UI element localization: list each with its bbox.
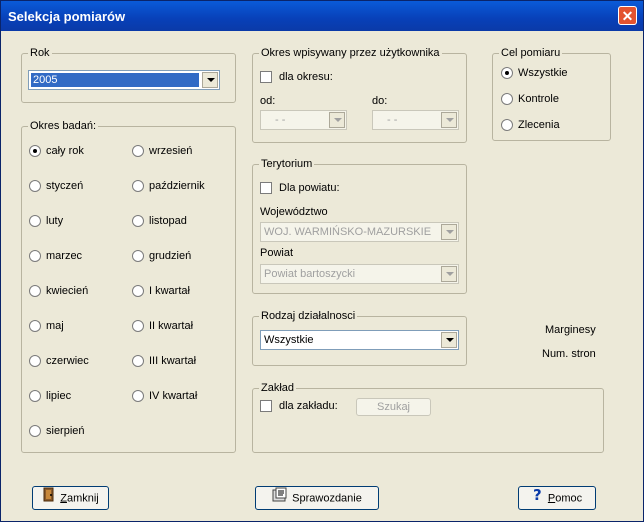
okres-radio-label: czerwiec — [46, 355, 89, 367]
report-icon — [272, 487, 288, 510]
okres-radio-0[interactable] — [29, 145, 41, 157]
rok-combo[interactable]: 2005 — [28, 70, 220, 90]
okres-user-legend: Okres wpisywany przez użytkownika — [259, 47, 442, 60]
wojewodztwo-value: WOJ. WARMIŃSKO-MAZURSKIE — [264, 226, 432, 238]
od-label: od: — [260, 95, 276, 107]
cel-radio-label: Zlecenia — [518, 119, 560, 131]
rodzaj-combo[interactable]: Wszystkie — [260, 330, 459, 350]
okres-radio-4[interactable] — [29, 285, 41, 297]
cel-pomiaru-legend: Cel pomiaru — [499, 47, 563, 60]
okres-radio-label: lipiec — [46, 390, 72, 402]
door-icon — [42, 487, 56, 510]
rodzaj-legend: Rodzaj działalnosci — [259, 310, 358, 323]
zaklad-legend: Zakład — [259, 382, 297, 395]
okres-radio-10[interactable] — [132, 180, 144, 192]
okres-radio-label: styczeń — [46, 180, 84, 192]
do-value: - - — [387, 114, 398, 126]
pomoc-button[interactable]: ? Pomoc — [518, 486, 596, 510]
dialog-window: Selekcja pomiarów ✕ Rok 2005 Okres badań… — [0, 0, 644, 522]
okres-radio-9[interactable] — [132, 145, 144, 157]
rodzaj-value: Wszystkie — [264, 334, 314, 346]
rok-value: 2005 — [31, 73, 199, 87]
cel-radio-2[interactable] — [501, 119, 513, 131]
okres-radio-label: grudzień — [149, 250, 192, 262]
okres-radio-8[interactable] — [29, 425, 41, 437]
dla-zakladu-label: dla zakładu: — [279, 400, 338, 412]
okres-radio-15[interactable] — [132, 355, 144, 367]
okres-radio-16[interactable] — [132, 390, 144, 402]
cel-radio-label: Kontrole — [518, 93, 559, 105]
okres-radio-label: listopad — [149, 215, 187, 227]
cel-radio-0[interactable] — [501, 67, 513, 79]
chevron-down-icon[interactable] — [202, 72, 218, 88]
close-icon[interactable]: ✕ — [618, 6, 637, 25]
num-stron-label: Num. stron — [542, 348, 596, 360]
dla-powiatu-checkbox[interactable] — [260, 182, 272, 194]
okres-radio-6[interactable] — [29, 355, 41, 367]
cel-radio-1[interactable] — [501, 93, 513, 105]
powiat-label: Powiat — [260, 247, 294, 259]
sprawozdanie-label: Sprawozdanie — [292, 492, 362, 505]
powiat-value: Powiat bartoszycki — [264, 268, 356, 280]
okres-radio-7[interactable] — [29, 390, 41, 402]
title-bar[interactable]: Selekcja pomiarów ✕ — [1, 1, 643, 31]
chevron-down-icon[interactable] — [441, 332, 457, 348]
powiat-combo[interactable]: Powiat bartoszycki — [260, 264, 459, 284]
zamknij-label: Zamknij — [60, 492, 99, 504]
okres-radio-2[interactable] — [29, 215, 41, 227]
do-label: do: — [372, 95, 388, 107]
okres-radio-label: luty — [46, 215, 64, 227]
window-title: Selekcja pomiarów — [8, 9, 126, 24]
marginesy-label: Marginesy — [545, 324, 596, 336]
rok-legend: Rok — [28, 47, 52, 60]
okres-radio-12[interactable] — [132, 250, 144, 262]
okres-radio-label: III kwartał — [149, 355, 197, 367]
chevron-down-icon[interactable] — [441, 266, 457, 282]
wojewodztwo-combo[interactable]: WOJ. WARMIŃSKO-MAZURSKIE — [260, 222, 459, 242]
dla-okresu-checkbox[interactable] — [260, 71, 272, 83]
help-icon: ? — [532, 486, 544, 510]
okres-badan-legend: Okres badań: — [28, 120, 99, 133]
wojewodztwo-label: Województwo — [260, 206, 328, 218]
okres-radio-label: październik — [149, 180, 205, 192]
do-date-combo[interactable]: - - — [372, 110, 459, 130]
od-date-combo[interactable]: - - — [260, 110, 347, 130]
okres-radio-label: kwiecień — [46, 285, 89, 297]
okres-radio-14[interactable] — [132, 320, 144, 332]
cel-radio-label: Wszystkie — [518, 67, 568, 79]
okres-radio-1[interactable] — [29, 180, 41, 192]
zamknij-button[interactable]: Zamknij — [32, 486, 109, 510]
svg-text:?: ? — [533, 487, 542, 502]
okres-radio-label: cały rok — [46, 145, 84, 157]
okres-radio-5[interactable] — [29, 320, 41, 332]
terytorium-legend: Terytorium — [259, 158, 315, 171]
okres-radio-label: I kwartał — [149, 285, 190, 297]
okres-radio-label: wrzesień — [149, 145, 193, 157]
okres-radio-label: marzec — [46, 250, 83, 262]
szukaj-button[interactable]: Szukaj — [356, 398, 431, 416]
dla-zakladu-checkbox[interactable] — [260, 400, 272, 412]
okres-radio-11[interactable] — [132, 215, 144, 227]
okres-radio-label: sierpień — [46, 425, 85, 437]
chevron-down-icon[interactable] — [329, 112, 345, 128]
okres-radio-3[interactable] — [29, 250, 41, 262]
chevron-down-icon[interactable] — [441, 112, 457, 128]
okres-radio-13[interactable] — [132, 285, 144, 297]
okres-radio-label: maj — [46, 320, 64, 332]
zamknij-label-mnemonic: Z — [60, 492, 67, 505]
dla-okresu-label: dla okresu: — [279, 71, 333, 83]
okres-radio-label: IV kwartał — [149, 390, 198, 402]
zamknij-label-rest: amknij — [66, 492, 99, 505]
chevron-down-icon[interactable] — [441, 224, 457, 240]
sprawozdanie-button[interactable]: Sprawozdanie — [255, 486, 379, 510]
pomoc-label-rest: omoc — [555, 492, 583, 505]
od-value: - - — [275, 114, 286, 126]
okres-radio-label: II kwartał — [149, 320, 194, 332]
dla-powiatu-label: Dla powiatu: — [279, 182, 340, 194]
pomoc-label: Pomoc — [548, 492, 582, 504]
